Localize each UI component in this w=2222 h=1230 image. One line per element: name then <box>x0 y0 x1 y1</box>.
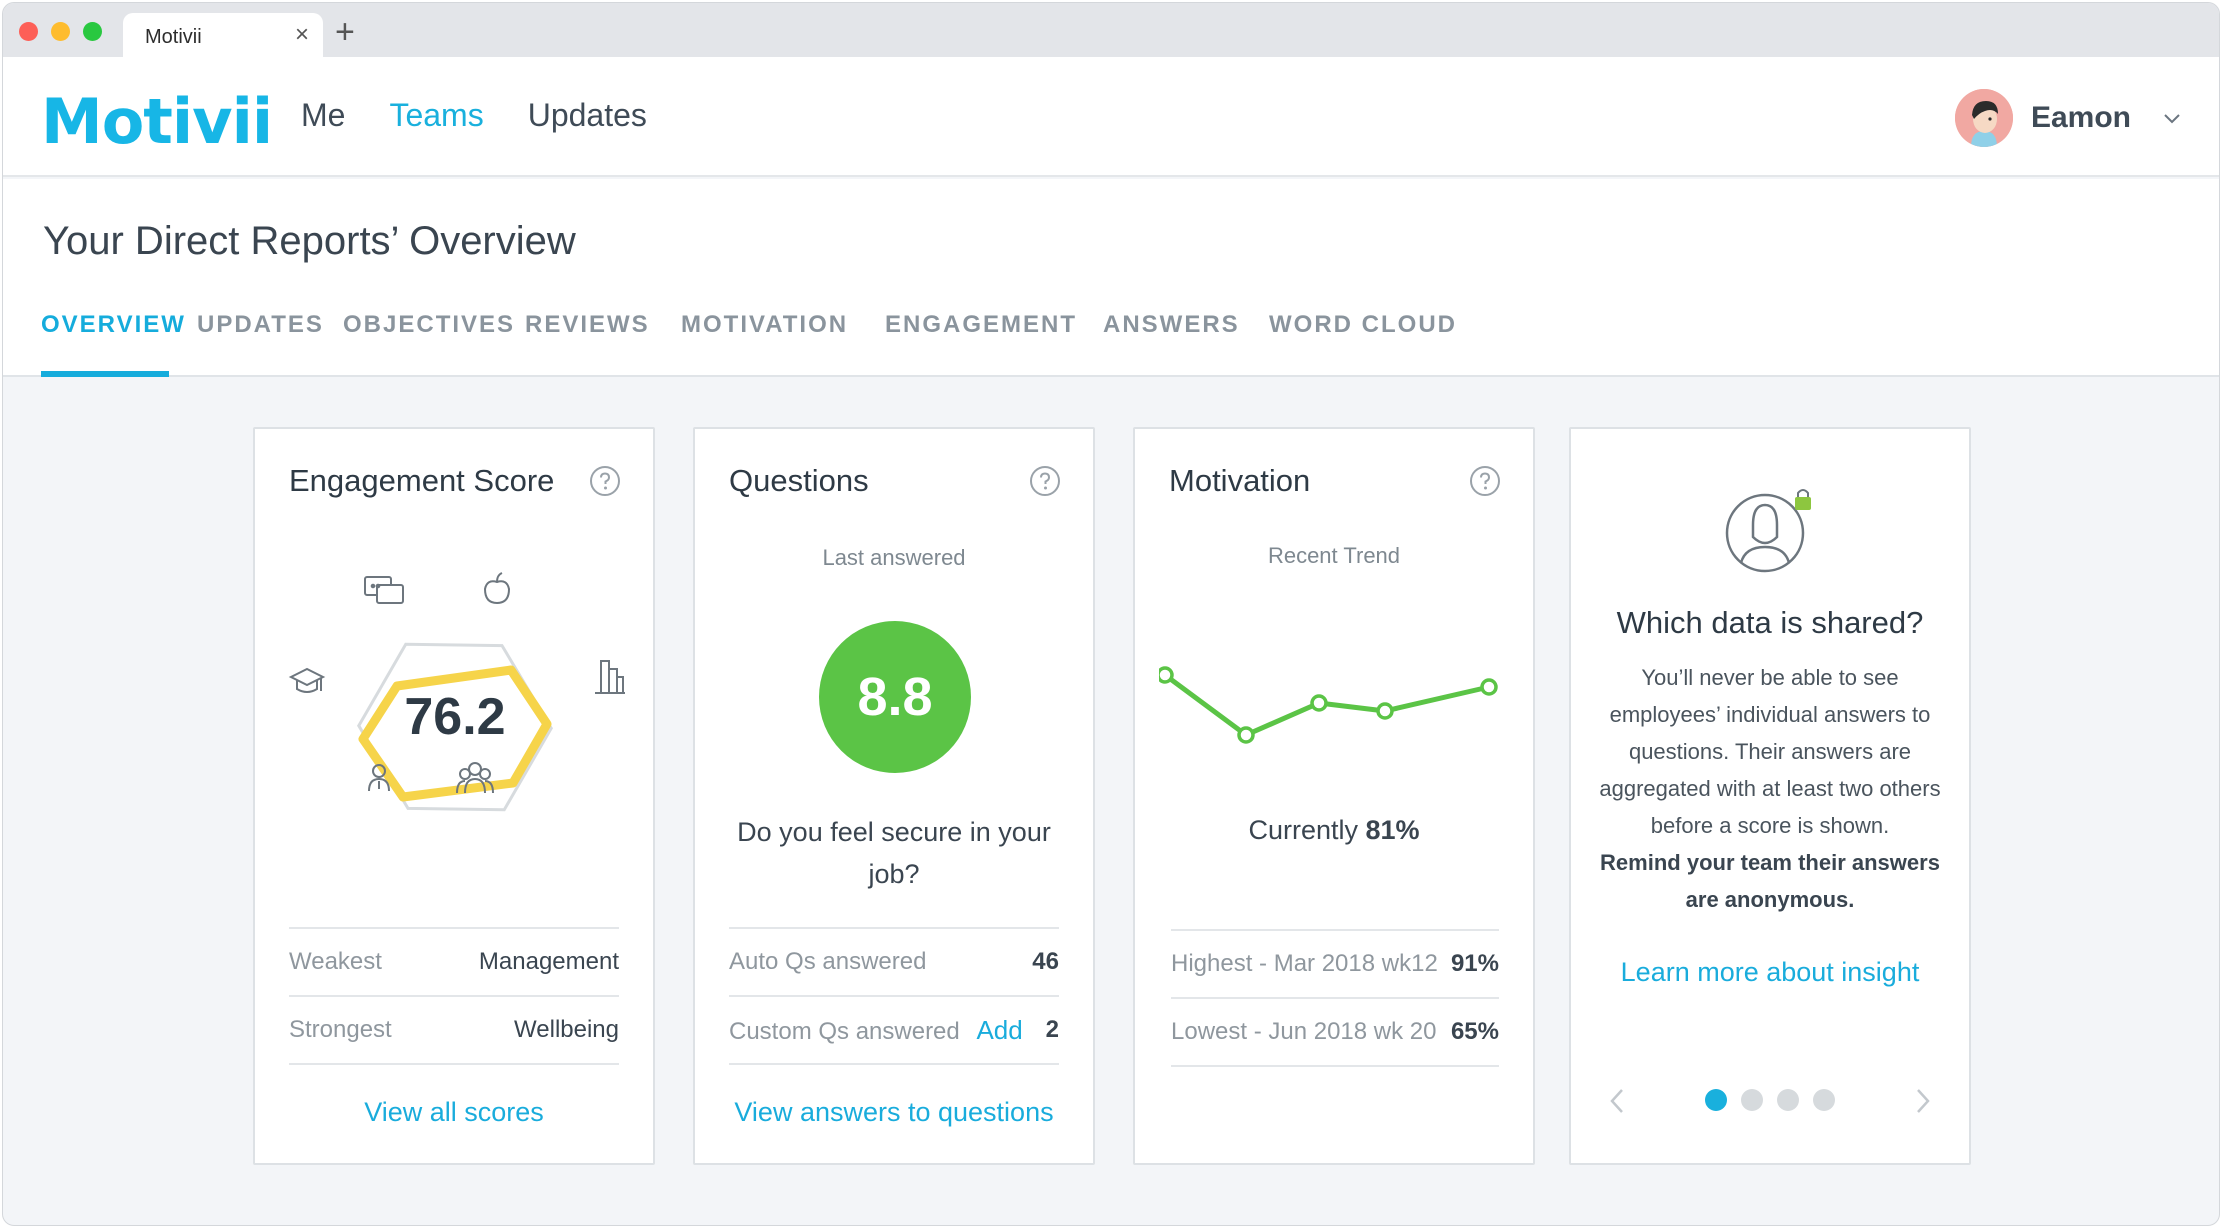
app-header: Motivii Me Teams Updates Eamon <box>3 57 2219 177</box>
tab-close-icon[interactable]: × <box>295 23 309 47</box>
browser-tab[interactable]: Motivii × <box>123 13 323 59</box>
add-custom-question-link[interactable]: Add <box>976 1015 1022 1045</box>
lowest-value: 65% <box>1450 1018 1499 1045</box>
question-text: Do you feel secure in your job? <box>737 817 1051 889</box>
avatar[interactable] <box>1954 89 2013 147</box>
browser-window: Motivii × + Motivii Me Teams Updates Eam… <box>2 2 2220 1226</box>
currently-value: 81% <box>1365 815 1420 845</box>
page-title: Your Direct Reports’ Overview <box>43 219 576 263</box>
lowest-row: Lowest - Jun 2018 wk 20 65% <box>1171 997 1499 1065</box>
learn-more-link[interactable]: Learn more about insight <box>1571 957 1969 988</box>
trend-point <box>1159 666 1174 684</box>
questions-title: Questions <box>729 463 869 498</box>
tab-reviews[interactable]: REVIEWS <box>525 311 650 339</box>
row-divider <box>1171 1065 1499 1067</box>
highest-row: Highest - Mar 2018 wk12 91% <box>1171 929 1499 997</box>
user-name: Eamon <box>2030 101 2131 134</box>
motivation-card: Motivation Recent Trend Currently 81% Hi… <box>1133 427 1535 1165</box>
highest-label: Highest - Mar 2018 wk12 <box>1171 950 1438 977</box>
minimize-window-button[interactable] <box>51 22 70 41</box>
tab-engagement[interactable]: ENGAGEMENT <box>885 311 1077 339</box>
engagement-card: Engagement Score 76.2 Weakest Management… <box>253 427 655 1165</box>
weakest-label: Weakest <box>289 948 382 975</box>
carousel-dot-3[interactable] <box>1777 1089 1799 1111</box>
highest-value: 91% <box>1450 950 1499 977</box>
nav-item-updates[interactable]: Updates <box>528 97 647 134</box>
tab-answers[interactable]: ANSWERS <box>1103 311 1240 339</box>
help-icon[interactable] <box>589 465 621 497</box>
weakest-value: Management <box>478 948 619 975</box>
trend-point <box>1237 726 1255 744</box>
main-nav: Me Teams Updates <box>301 97 647 134</box>
engagement-hexagon: 76.2 <box>285 549 625 889</box>
currently-prefix: Currently <box>1248 815 1366 845</box>
tab-motivation[interactable]: MOTIVATION <box>681 311 848 339</box>
auto-qs-row: Auto Qs answered 46 <box>729 927 1059 995</box>
data-sharing-card: Which data is shared? You’ll never be ab… <box>1569 427 1971 1165</box>
carousel-dot-4[interactable] <box>1813 1089 1835 1111</box>
motivation-trend-chart <box>1159 666 1498 744</box>
custom-qs-value: 2 <box>1045 1016 1059 1043</box>
tab-objectives[interactable]: OBJECTIVES <box>343 311 515 339</box>
engagement-score: 76.2 <box>404 688 506 746</box>
tab-word-cloud[interactable]: WORD CLOUD <box>1269 311 1457 339</box>
questions-card: Questions Last answered 8.8 Do you feel … <box>693 427 1095 1165</box>
custom-qs-label: Custom Qs answered <box>729 1017 960 1045</box>
info-title: Which data is shared? <box>1616 605 1924 640</box>
motivation-title: Motivation <box>1169 463 1311 498</box>
tab-updates[interactable]: UPDATES <box>197 311 324 339</box>
active-tab-indicator <box>41 371 169 377</box>
auto-qs-label: Auto Qs answered <box>729 948 927 975</box>
question-score: 8.8 <box>857 667 933 727</box>
avatar-face-icon <box>1954 89 2013 147</box>
engagement-title: Engagement Score <box>289 463 555 498</box>
currently-text: Currently 81% <box>1135 815 1533 846</box>
auto-qs-value: 46 <box>1032 948 1059 975</box>
anonymous-user-lock-icon <box>1725 489 1811 573</box>
info-body: You’ll never be able to see employees’ i… <box>1591 659 1949 918</box>
logo-text: Motivii <box>41 85 273 158</box>
lowest-label: Lowest - Jun 2018 wk 20 <box>1171 1018 1437 1045</box>
maximize-window-button[interactable] <box>83 22 102 41</box>
custom-qs-group: Custom Qs answered Add <box>729 1015 1023 1046</box>
nav-item-me[interactable]: Me <box>301 97 345 134</box>
browser-chrome: Motivii × + <box>3 3 2219 59</box>
tab-overview[interactable]: OVERVIEW <box>41 311 186 339</box>
strongest-label: Strongest <box>289 1016 392 1043</box>
chevron-down-icon[interactable] <box>2161 107 2183 129</box>
strongest-row: Strongest Wellbeing <box>289 995 619 1063</box>
chat-icon <box>364 576 404 604</box>
trend-point <box>1480 678 1498 696</box>
logo[interactable]: Motivii <box>41 79 273 158</box>
row-divider <box>289 1063 619 1065</box>
weakest-row: Weakest Management <box>289 927 619 995</box>
info-body-text: You’ll never be able to see employees’ i… <box>1599 665 1941 838</box>
strongest-value: Wellbeing <box>514 1016 619 1043</box>
view-answers-link[interactable]: View answers to questions <box>695 1097 1093 1128</box>
info-bold-text: Remind your team their answers are anony… <box>1600 850 1940 912</box>
apple-icon <box>483 572 511 605</box>
trend-point <box>1376 702 1394 720</box>
carousel-dot-1[interactable] <box>1705 1089 1727 1111</box>
user-menu[interactable]: Eamon <box>1954 89 2183 147</box>
browser-tab-title: Motivii <box>145 26 202 48</box>
nav-item-teams[interactable]: Teams <box>389 97 483 134</box>
help-icon[interactable] <box>1469 465 1501 497</box>
close-window-button[interactable] <box>19 22 38 41</box>
question-score-badge: 8.8 <box>819 621 971 773</box>
row-divider <box>729 1063 1059 1065</box>
motivation-subtitle: Recent Trend <box>1267 543 1401 568</box>
trend-point <box>1310 694 1328 712</box>
carousel-dot-2[interactable] <box>1741 1089 1763 1111</box>
page-header: Your Direct Reports’ Overview OVERVIEW U… <box>3 179 2219 377</box>
view-all-scores-link[interactable]: View all scores <box>255 1097 653 1128</box>
custom-qs-row: Custom Qs answered Add 2 <box>729 995 1059 1063</box>
chevron-right-icon[interactable] <box>1911 1085 1935 1117</box>
help-icon[interactable] <box>1029 465 1061 497</box>
new-tab-icon[interactable]: + <box>335 15 355 49</box>
carousel-dots <box>1571 1089 1969 1111</box>
questions-subtitle: Last answered <box>822 545 966 570</box>
